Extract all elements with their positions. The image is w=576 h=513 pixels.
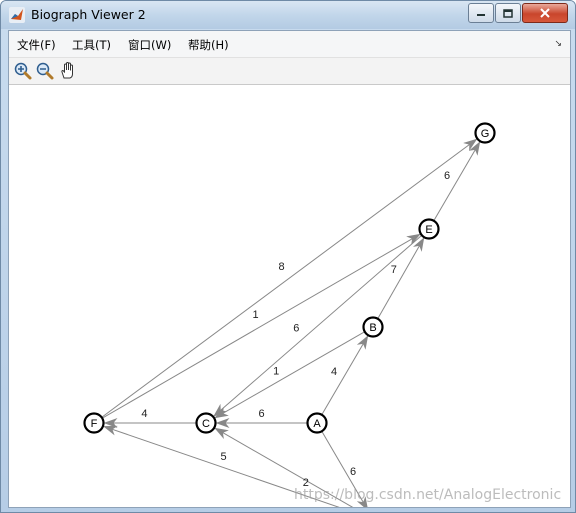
node-label-C: C (202, 418, 210, 430)
zoom-in-icon[interactable] (13, 61, 33, 81)
node-B[interactable]: B (362, 316, 384, 338)
matlab-app-icon (9, 7, 25, 23)
edge-E-C[interactable] (213, 234, 423, 417)
edge-B-C[interactable] (214, 331, 366, 419)
watermark-text: https://blog.csdn.net/AnalogElectronic (294, 487, 562, 503)
menu-tools[interactable]: 工具(T) (72, 37, 111, 53)
window-title: Biograph Viewer 2 (31, 7, 146, 22)
edge-weight-B-E: 7 (391, 264, 397, 276)
edge-labels-layer: 466174256618 (141, 170, 450, 489)
edge-weight-A-B: 4 (331, 366, 337, 378)
edge-weight-E-G: 6 (444, 170, 450, 182)
title-bar[interactable]: Biograph Viewer 2 (1, 1, 575, 29)
maximize-button[interactable] (495, 3, 521, 23)
edge-weight-B-C: 1 (273, 366, 279, 378)
node-label-G: G (481, 128, 490, 140)
graph-canvas[interactable]: 466174256618 ABCDEFG (9, 85, 570, 512)
edge-weight-C-F: 4 (141, 408, 147, 420)
node-E[interactable]: E (418, 218, 440, 240)
menu-help[interactable]: 帮助(H) (188, 37, 229, 53)
node-F[interactable]: F (83, 412, 105, 434)
pan-hand-icon[interactable] (58, 61, 78, 81)
menu-bar: 文件(F) 工具(T) 窗口(W) 帮助(H) ↘ (9, 31, 570, 58)
menu-window[interactable]: 窗口(W) (128, 37, 171, 53)
minimize-button[interactable] (468, 3, 494, 23)
edges-layer (101, 138, 481, 512)
edge-weight-F-G: 8 (278, 261, 284, 273)
menu-dock-arrow-icon[interactable]: ↘ (554, 39, 562, 49)
client-area: 文件(F) 工具(T) 窗口(W) 帮助(H) ↘ 4 6 6 1 7 4 2 … (8, 30, 571, 512)
edge-weight-A-D: 6 (350, 466, 356, 478)
close-icon (540, 8, 550, 18)
close-button[interactable] (522, 3, 568, 23)
node-label-A: A (313, 418, 321, 430)
menu-file[interactable]: 文件(F) (17, 37, 56, 53)
node-A[interactable]: A (306, 412, 328, 434)
edge-B-E[interactable] (377, 237, 425, 319)
edge-weight-D-F: 5 (220, 451, 226, 463)
node-C[interactable]: C (195, 412, 217, 434)
node-label-F: F (91, 418, 98, 430)
edge-A-B[interactable] (321, 335, 369, 416)
maximize-icon (503, 8, 513, 18)
toolbar (9, 58, 570, 85)
edge-weight-F-E: 1 (252, 309, 258, 321)
node-label-B: B (369, 322, 376, 334)
biograph-viewer-window: Biograph Viewer 2 文件(F) 工具(T) 窗口(W) 帮助(H… (0, 0, 576, 513)
minimize-icon (477, 14, 485, 16)
node-label-E: E (425, 224, 432, 236)
node-G[interactable]: G (474, 122, 496, 144)
zoom-out-icon[interactable] (35, 61, 55, 81)
nodes-layer: ABCDEFG (83, 122, 496, 512)
edge-weight-E-C: 6 (293, 323, 299, 335)
edge-weight-A-C: 6 (258, 408, 264, 420)
graph-svg[interactable]: 466174256618 ABCDEFG (9, 85, 570, 512)
